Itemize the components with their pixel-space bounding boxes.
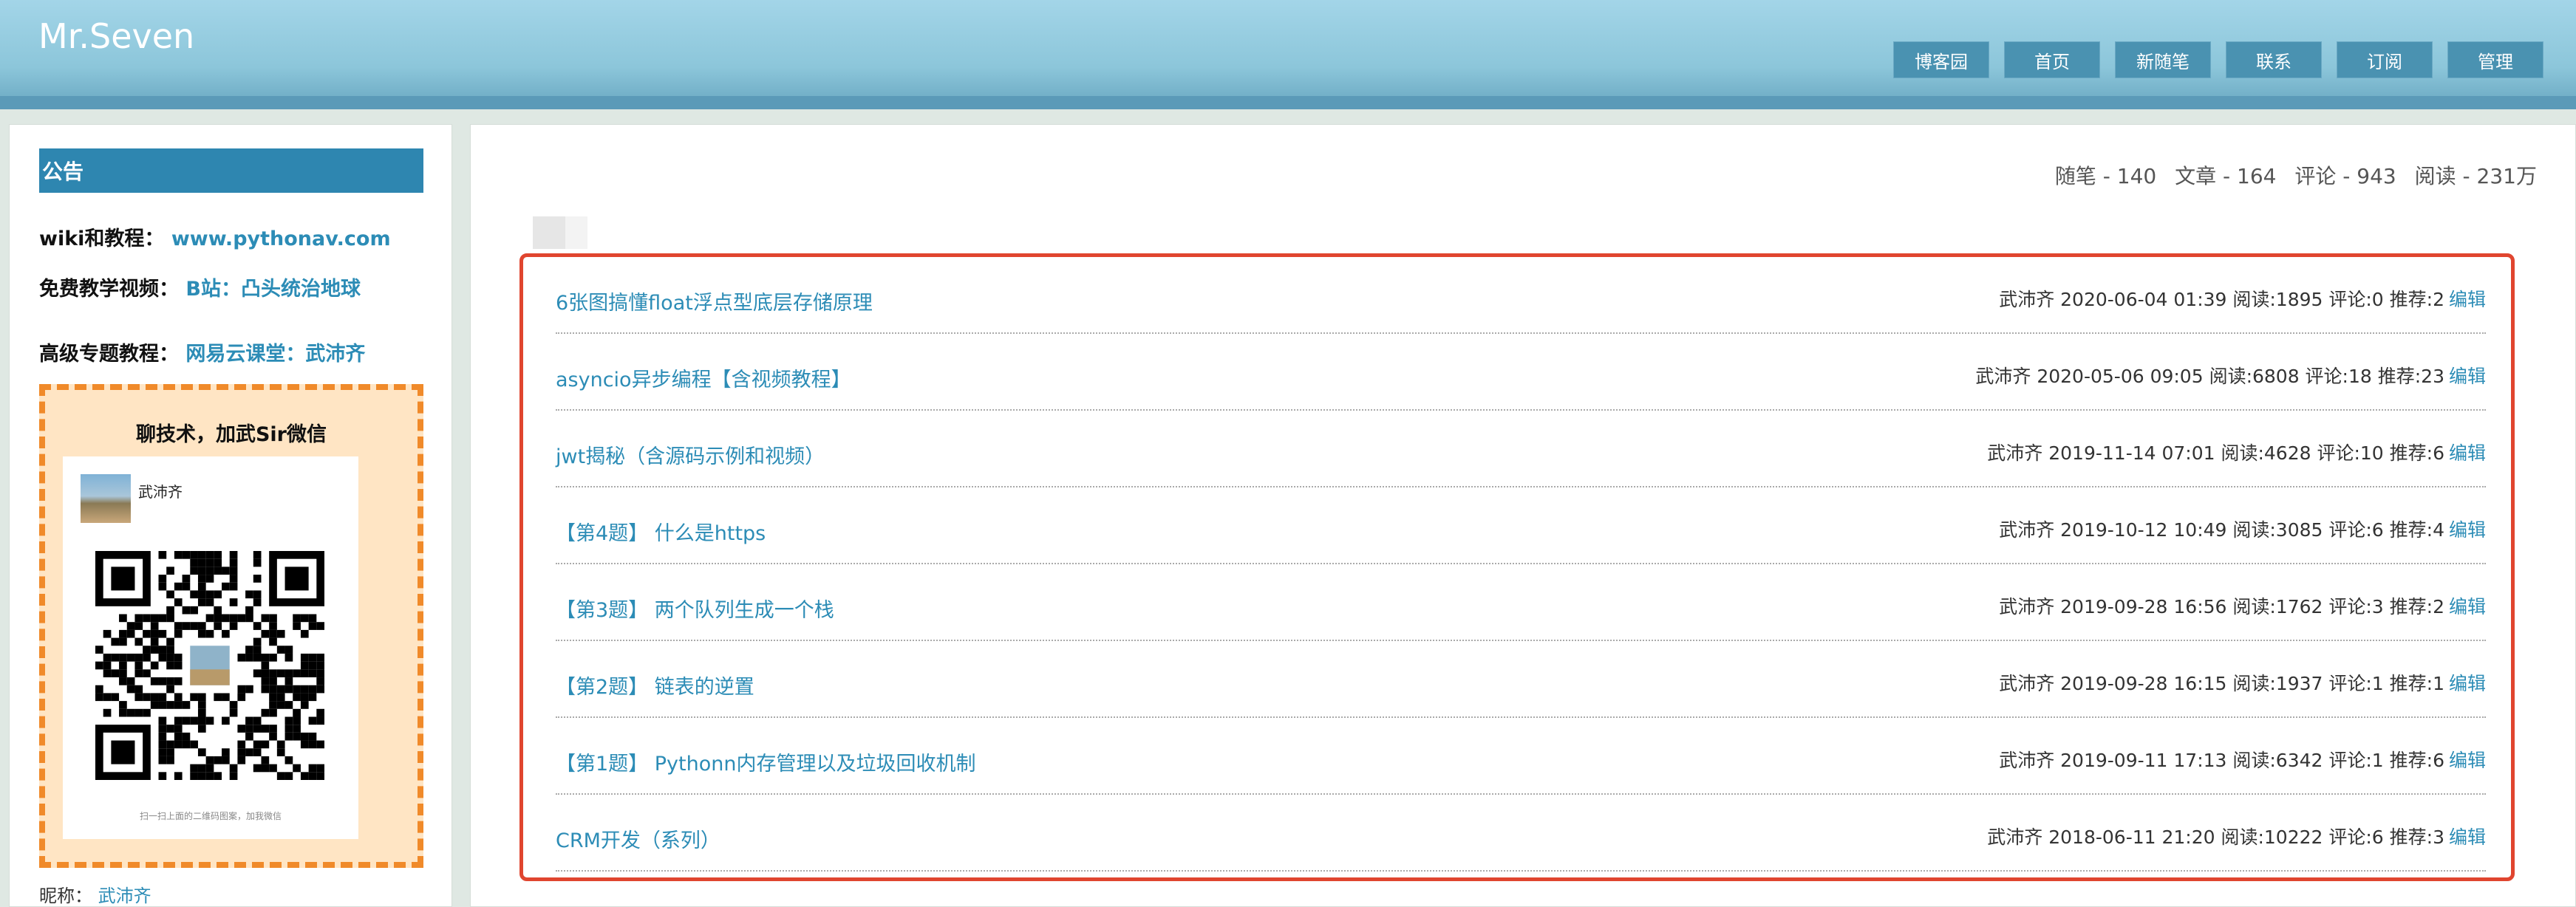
post-meta-text: 武沛齐 2020-06-04 01:39 阅读:1895 评论:0 推荐:2 [1999, 289, 2444, 310]
post-title-link[interactable]: 【第2题】 链表的逆置 [556, 671, 754, 699]
post-meta-text: 武沛齐 2019-09-28 16:15 阅读:1937 评论:1 推荐:1 [1999, 673, 2444, 694]
post-meta: 武沛齐 2019-09-11 17:13 阅读:6342 评论:1 推荐:6 编辑 [1999, 746, 2486, 773]
course-label: 高级专题教程： [39, 343, 179, 366]
post-edit-link[interactable]: 编辑 [2449, 519, 2486, 541]
avatar [81, 474, 131, 523]
post-row: jwt揭秘（含源码示例和视频） 武沛齐 2019-11-14 07:01 阅读:4… [556, 411, 2486, 487]
post-edit-link[interactable]: 编辑 [2449, 596, 2486, 617]
nickname-link[interactable]: 武沛齐 [98, 886, 151, 906]
video-line: 免费教学视频： B站：凸头统治地球 [39, 273, 361, 301]
post-title-link[interactable]: jwt揭秘（含源码示例和视频） [556, 440, 825, 469]
post-edit-link[interactable]: 编辑 [2449, 826, 2486, 848]
stat-articles: 文章 - 164 [2175, 164, 2277, 188]
qr-owner-name: 武沛齐 [138, 483, 183, 501]
post-meta-text: 武沛齐 2019-11-14 07:01 阅读:4628 评论:10 推荐:6 [1987, 442, 2444, 464]
post-row: 【第2题】 链表的逆置 武沛齐 2019-09-28 16:15 阅读:1937 … [556, 641, 2486, 718]
video-label: 免费教学视频： [39, 278, 179, 301]
notice-title: 公告 [39, 148, 423, 193]
post-meta-text: 武沛齐 2019-10-12 10:49 阅读:3085 评论:6 推荐:4 [1999, 519, 2444, 541]
wiki-label: wiki和教程： [39, 227, 165, 250]
post-meta: 武沛齐 2019-10-12 10:49 阅读:3085 评论:6 推荐:4 编辑 [1999, 516, 2486, 542]
qr-code-icon [95, 551, 324, 780]
nav-home[interactable]: 首页 [2004, 41, 2100, 78]
post-edit-link[interactable]: 编辑 [2449, 750, 2486, 771]
nav-cnblogs[interactable]: 博客园 [1893, 41, 1989, 78]
blog-stats: 随笔 - 140 文章 - 164 评论 - 943 阅读 - 231万 [2043, 160, 2537, 190]
nav-admin[interactable]: 管理 [2447, 41, 2543, 78]
post-meta: 武沛齐 2018-06-11 21:20 阅读:10222 评论:6 推荐:3 编… [1987, 823, 2486, 849]
post-meta: 武沛齐 2019-11-14 07:01 阅读:4628 评论:10 推荐:6 编… [1987, 439, 2486, 465]
sidebar: 公告 wiki和教程： www.pythonav.com 免费教学视频： B站：… [9, 124, 452, 907]
post-list: 6张图搞懂float浮点型底层存储原理 武沛齐 2020-06-04 01:39 … [519, 253, 2515, 881]
wiki-link[interactable]: www.pythonav.com [171, 227, 391, 250]
site-title[interactable]: Mr.Seven [38, 16, 194, 56]
site-header: Mr.Seven 博客园 首页 新随笔 联系 订阅 管理 [0, 0, 2576, 109]
nickname-label: 昵称： [39, 886, 92, 906]
post-meta-text: 武沛齐 2019-09-11 17:13 阅读:6342 评论:1 推荐:6 [1999, 750, 2444, 771]
course-line: 高级专题教程： 网易云课堂：武沛齐 [39, 338, 365, 366]
post-edit-link[interactable]: 编辑 [2449, 366, 2486, 387]
post-row: asyncio异步编程【含视频教程】 武沛齐 2020-05-06 09:05 阅… [556, 334, 2486, 411]
post-meta: 武沛齐 2019-09-28 16:15 阅读:1937 评论:1 推荐:1 编辑 [1999, 669, 2486, 696]
qr-card: 武沛齐 扫一扫上面的二维码图案，加我微信 [63, 456, 358, 839]
stat-posts: 随笔 - 140 [2054, 164, 2157, 188]
post-meta: 武沛齐 2019-09-28 16:56 阅读:1762 评论:3 推荐:2 编辑 [1999, 592, 2486, 619]
nav-subscribe[interactable]: 订阅 [2337, 41, 2433, 78]
post-row: CRM开发（系列） 武沛齐 2018-06-11 21:20 阅读:10222 评… [556, 795, 2486, 872]
stat-comments: 评论 - 943 [2294, 164, 2396, 188]
nickname-line: 昵称： 武沛齐 [39, 881, 151, 907]
qr-hint: 扫一扫上面的二维码图案，加我微信 [139, 811, 282, 821]
post-title-link[interactable]: asyncio异步编程【含视频教程】 [556, 363, 851, 392]
post-title-link[interactable]: CRM开发（系列） [556, 824, 720, 853]
wiki-line: wiki和教程： www.pythonav.com [39, 222, 391, 251]
placeholder-block [533, 216, 565, 249]
qr-caption: 聊技术，加武Sir微信 [135, 423, 327, 446]
post-meta-text: 武沛齐 2020-05-06 09:05 阅读:6808 评论:18 推荐:23 [1975, 366, 2444, 387]
post-title-link[interactable]: 【第4题】 什么是https [556, 517, 766, 546]
post-meta: 武沛齐 2020-06-04 01:39 阅读:1895 评论:0 推荐:2 编辑 [1999, 285, 2486, 312]
post-title-link[interactable]: 6张图搞懂float浮点型底层存储原理 [556, 287, 873, 315]
main-content: 随笔 - 140 文章 - 164 评论 - 943 阅读 - 231万 6张图… [470, 124, 2576, 907]
post-row: 【第1题】 Pythonn内存管理以及垃圾回收机制 武沛齐 2019-09-11 … [556, 718, 2486, 795]
placeholder-block [565, 216, 587, 249]
post-edit-link[interactable]: 编辑 [2449, 673, 2486, 694]
post-edit-link[interactable]: 编辑 [2449, 289, 2486, 310]
course-link[interactable]: 网易云课堂：武沛齐 [185, 343, 365, 366]
post-row: 【第3题】 两个队列生成一个栈 武沛齐 2019-09-28 16:56 阅读:1… [556, 564, 2486, 641]
post-row: 【第4题】 什么是https 武沛齐 2019-10-12 10:49 阅读:30… [556, 487, 2486, 564]
video-link[interactable]: B站：凸头统治地球 [185, 278, 361, 301]
post-meta: 武沛齐 2020-05-06 09:05 阅读:6808 评论:18 推荐:23… [1975, 362, 2486, 389]
post-title-link[interactable]: 【第1题】 Pythonn内存管理以及垃圾回收机制 [556, 747, 975, 776]
post-title-link[interactable]: 【第3题】 两个队列生成一个栈 [556, 594, 834, 623]
post-meta-text: 武沛齐 2018-06-11 21:20 阅读:10222 评论:6 推荐:3 [1987, 826, 2444, 848]
post-edit-link[interactable]: 编辑 [2449, 442, 2486, 464]
stat-views: 阅读 - 231万 [2414, 164, 2537, 188]
post-row: 6张图搞懂float浮点型底层存储原理 武沛齐 2020-06-04 01:39 … [556, 257, 2486, 334]
post-meta-text: 武沛齐 2019-09-28 16:56 阅读:1762 评论:3 推荐:2 [1999, 596, 2444, 617]
nav-contact[interactable]: 联系 [2226, 41, 2322, 78]
nav-new-post[interactable]: 新随笔 [2115, 41, 2211, 78]
wechat-qr-box: 聊技术，加武Sir微信 武沛齐 扫一扫上面的二维码图案，加我微信 [39, 384, 423, 868]
